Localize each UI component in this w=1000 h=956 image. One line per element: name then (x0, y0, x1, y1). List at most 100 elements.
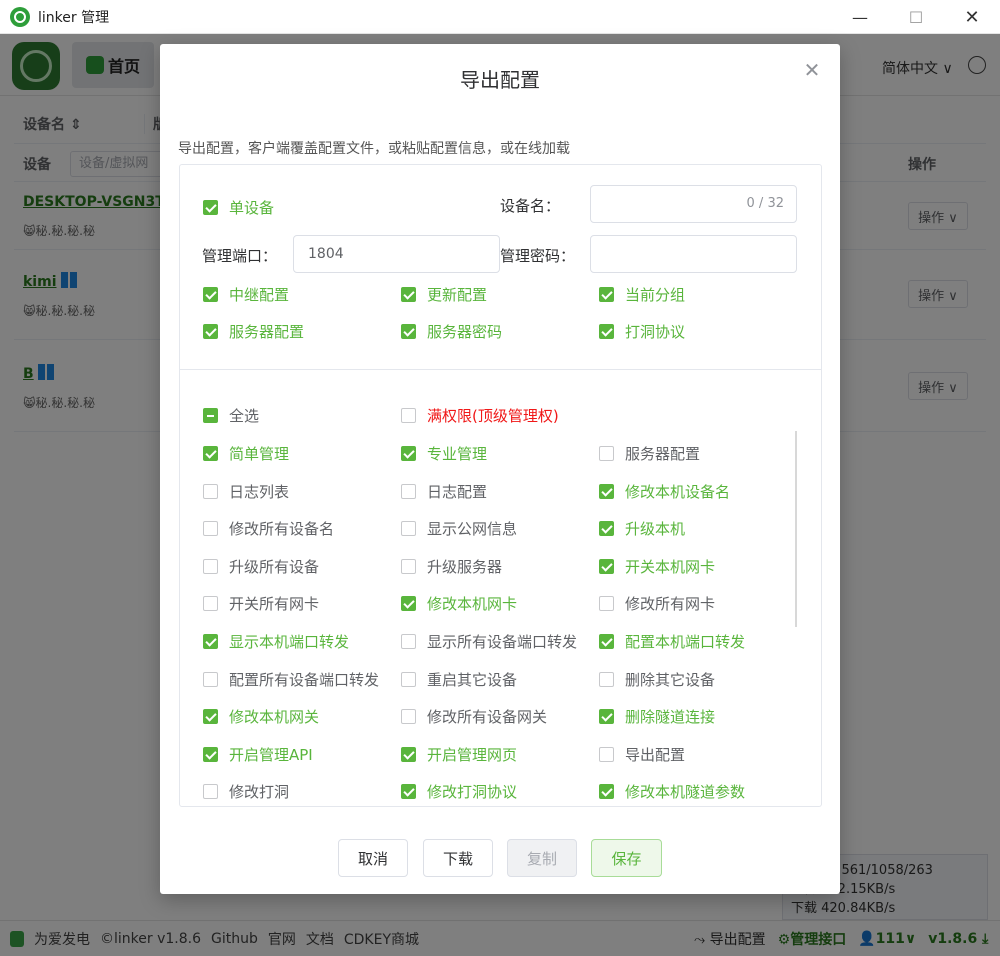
checkbox-box (599, 596, 614, 611)
update-config-checkbox[interactable]: 更新配置 (401, 284, 487, 305)
checkbox-label: 升级所有设备 (229, 558, 320, 576)
save-button[interactable]: 保存 (591, 839, 662, 877)
checkbox-label: 简单管理 (229, 445, 290, 463)
permission-checkbox[interactable]: 删除隧道连接 (599, 706, 715, 727)
checkbox-label: 导出配置 (625, 746, 686, 764)
mgmt-port-label: 管理端口： (202, 247, 278, 265)
permissions-section: 全选 满权限(顶级管理权) 简单管理 专业管理 服务器配置日志列表 日志配置 修改本机设… (180, 371, 821, 806)
device-name-label: 设备名： (500, 197, 561, 215)
checkbox-label: 开启管理网页 (427, 746, 518, 764)
checkbox-box (203, 559, 218, 574)
checkbox-box (203, 200, 218, 215)
permission-checkbox[interactable]: 配置所有设备端口转发 (203, 669, 379, 690)
permission-checkbox[interactable]: 开关所有网卡 (203, 593, 319, 614)
permission-checkbox[interactable]: 导出配置 (599, 744, 685, 765)
checkbox-label: 开启管理API (229, 746, 313, 764)
minimize-button[interactable]: — (832, 0, 888, 34)
scrollbar[interactable] (795, 431, 797, 627)
permission-checkbox[interactable]: 升级服务器 (401, 556, 502, 577)
permission-checkbox[interactable]: 日志配置 (401, 481, 487, 502)
checkbox-box (599, 324, 614, 339)
punch-protocol-checkbox[interactable]: 打洞协议 (599, 321, 685, 342)
checkbox-label: 修改所有设备名 (229, 520, 335, 538)
checkbox-box (599, 672, 614, 687)
permission-checkbox[interactable]: 修改本机网卡 (401, 593, 517, 614)
checkbox-label: 修改本机设备名 (625, 483, 731, 501)
relay-config-checkbox[interactable]: 中继配置 (203, 284, 289, 305)
checkbox-box (599, 484, 614, 499)
permission-checkbox[interactable]: 修改打洞 (203, 781, 289, 802)
checkbox-box (599, 559, 614, 574)
permission-checkbox[interactable]: 显示公网信息 (401, 518, 517, 539)
checkbox-box (401, 287, 416, 302)
download-button[interactable]: 下载 (423, 839, 493, 877)
permission-checkbox[interactable]: 修改本机隧道参数 (599, 781, 745, 802)
permission-checkbox[interactable]: 修改打洞协议 (401, 781, 517, 802)
checkbox-box (203, 484, 218, 499)
checkbox-label: 更新配置 (427, 286, 488, 304)
checkbox-box (203, 709, 218, 724)
copy-button[interactable]: 复制 (507, 839, 577, 877)
permission-checkbox[interactable]: 显示本机端口转发 (203, 631, 349, 652)
window-titlebar: linker 管理 — ☐ ✕ (0, 0, 1000, 34)
checkbox-label: 服务器配置 (625, 445, 701, 463)
permission-checkbox[interactable]: 升级所有设备 (203, 556, 319, 577)
checkbox-box (401, 672, 416, 687)
checkbox-label: 修改所有网卡 (625, 595, 716, 613)
window-close-button[interactable]: ✕ (944, 0, 1000, 34)
device-name-input[interactable]: 0 / 32 (590, 185, 797, 223)
permission-checkbox[interactable]: 升级本机 (599, 518, 685, 539)
checkbox-box (401, 784, 416, 799)
full-permission-checkbox[interactable]: 满权限(顶级管理权) (401, 405, 559, 426)
permission-checkbox[interactable]: 修改所有设备网关 (401, 706, 547, 727)
checkbox-box (203, 521, 218, 536)
checkbox-box (203, 634, 218, 649)
permission-checkbox[interactable]: 开启管理网页 (401, 744, 517, 765)
select-all-checkbox[interactable]: 全选 (203, 405, 259, 426)
maximize-button[interactable]: ☐ (888, 0, 944, 34)
checkbox-box (203, 446, 218, 461)
checkbox-box (599, 634, 614, 649)
permission-checkbox[interactable]: 开启管理API (203, 744, 313, 765)
permission-checkbox[interactable]: 修改本机网关 (203, 706, 319, 727)
checkbox-box (401, 324, 416, 339)
checkbox-label: 开关本机网卡 (625, 558, 716, 576)
checkbox-box (203, 324, 218, 339)
permission-checkbox[interactable]: 修改本机设备名 (599, 481, 730, 502)
checkbox-box (203, 747, 218, 762)
checkbox-label: 显示公网信息 (427, 520, 518, 538)
checkbox-label: 修改本机隧道参数 (625, 783, 746, 801)
permission-checkbox[interactable]: 删除其它设备 (599, 669, 715, 690)
cancel-button[interactable]: 取消 (338, 839, 408, 877)
server-password-checkbox[interactable]: 服务器密码 (401, 321, 502, 342)
permission-checkbox[interactable]: 修改所有网卡 (599, 593, 715, 614)
mgmt-pwd-input[interactable] (590, 235, 797, 273)
permission-checkbox[interactable]: 日志列表 (203, 481, 289, 502)
permission-checkbox[interactable]: 配置本机端口转发 (599, 631, 745, 652)
permission-checkbox[interactable]: 服务器配置 (599, 443, 700, 464)
checkbox-label: 打洞协议 (625, 323, 686, 341)
permission-checkbox[interactable]: 专业管理 (401, 443, 487, 464)
checkbox-label: 删除其它设备 (625, 671, 716, 689)
permission-checkbox[interactable]: 显示所有设备端口转发 (401, 631, 577, 652)
server-config-checkbox[interactable]: 服务器配置 (203, 321, 304, 342)
window-title: linker 管理 (38, 9, 110, 26)
checkbox-label: 修改打洞协议 (427, 783, 518, 801)
checkbox-label: 服务器密码 (427, 323, 503, 341)
checkbox-box (401, 408, 416, 423)
checkbox-label: 日志列表 (229, 483, 290, 501)
dialog-close-icon[interactable]: ✕ (800, 58, 824, 82)
single-device-checkbox[interactable]: 单设备 (203, 197, 274, 218)
checkbox-box (401, 596, 416, 611)
mgmt-port-input[interactable]: 1804 (293, 235, 500, 273)
permission-checkbox[interactable]: 简单管理 (203, 443, 289, 464)
checkbox-label: 中继配置 (229, 286, 290, 304)
mgmt-pwd-label: 管理密码： (500, 247, 576, 265)
permission-checkbox[interactable]: 开关本机网卡 (599, 556, 715, 577)
permission-checkbox[interactable]: 修改所有设备名 (203, 518, 334, 539)
permission-checkbox[interactable]: 重启其它设备 (401, 669, 517, 690)
checkbox-box (599, 747, 614, 762)
checkbox-box (203, 408, 218, 423)
checkbox-box (599, 446, 614, 461)
current-group-checkbox[interactable]: 当前分组 (599, 284, 685, 305)
